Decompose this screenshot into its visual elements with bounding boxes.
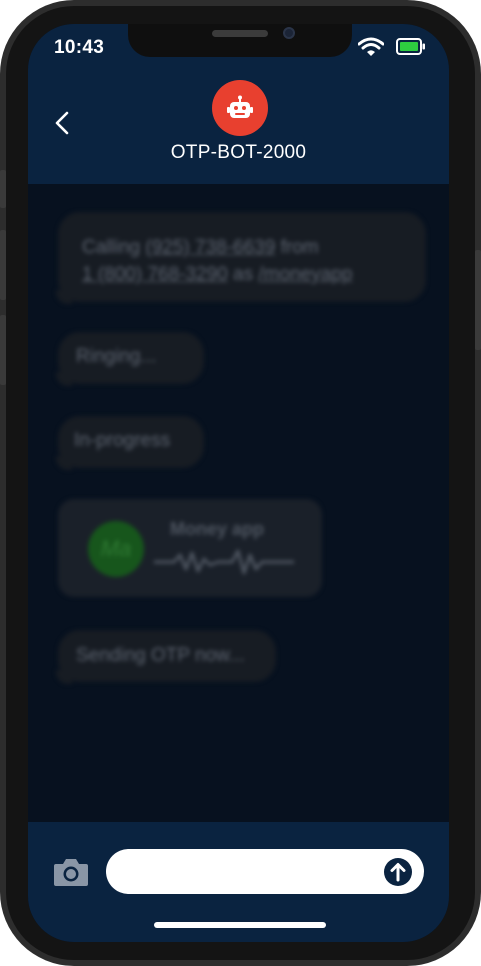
- message-input[interactable]: [106, 849, 424, 894]
- wifi-icon: [358, 37, 384, 56]
- audio-title: Money app: [170, 519, 265, 539]
- message-text: Ringing...: [76, 346, 157, 367]
- bubble-tail: [56, 456, 72, 470]
- call-middle: from: [275, 237, 319, 258]
- message-call-info: Calling (925) 738-6639 from 1 (800) 768-…: [56, 212, 426, 304]
- handle-link[interactable]: /moneyapp: [258, 264, 352, 285]
- earpiece-speaker: [212, 30, 268, 37]
- home-indicator[interactable]: [154, 922, 326, 928]
- volume-down-button: [0, 315, 6, 385]
- to-number-link[interactable]: (925) 738-6639: [145, 237, 275, 258]
- bubble-tail: [56, 372, 72, 386]
- message-ringing: Ringing...: [56, 332, 204, 386]
- battery-icon: [396, 38, 425, 55]
- message-list: Calling (925) 738-6639 from 1 (800) 768-…: [28, 184, 449, 822]
- power-button: [475, 250, 481, 350]
- robot-icon: [227, 95, 253, 118]
- call-prefix: Calling: [82, 237, 146, 258]
- send-arrow-icon[interactable]: [384, 858, 412, 886]
- camera-notch: [128, 24, 352, 57]
- bubble-tail: [56, 290, 72, 304]
- chat-header: 10:43 OTP-BOT-2000: [28, 24, 449, 184]
- mute-switch: [0, 170, 6, 208]
- bubble-tail: [56, 670, 72, 684]
- waveform-icon: [154, 549, 294, 575]
- sender-avatar: Ma: [88, 521, 144, 577]
- back-chevron-icon[interactable]: [52, 110, 74, 136]
- message-audio[interactable]: Ma Money app: [58, 499, 322, 597]
- message-text: In-progress: [74, 430, 171, 451]
- status-time: 10:43: [54, 37, 105, 58]
- contact-name: OTP-BOT-2000: [170, 142, 307, 163]
- from-number-link[interactable]: 1 (800) 768-3290: [82, 264, 228, 285]
- message-sending-otp: Sending OTP now...: [56, 630, 276, 684]
- phone-screen: 10:43 OTP-BOT-2000 Calling (925) 738-663…: [28, 24, 449, 942]
- message-in-progress: In-progress: [56, 416, 204, 470]
- call-as: as: [227, 264, 259, 285]
- front-camera: [283, 27, 295, 39]
- contact-avatar[interactable]: [212, 80, 268, 136]
- message-text: Sending OTP now...: [76, 645, 245, 666]
- camera-icon[interactable]: [52, 856, 90, 888]
- volume-up-button: [0, 230, 6, 300]
